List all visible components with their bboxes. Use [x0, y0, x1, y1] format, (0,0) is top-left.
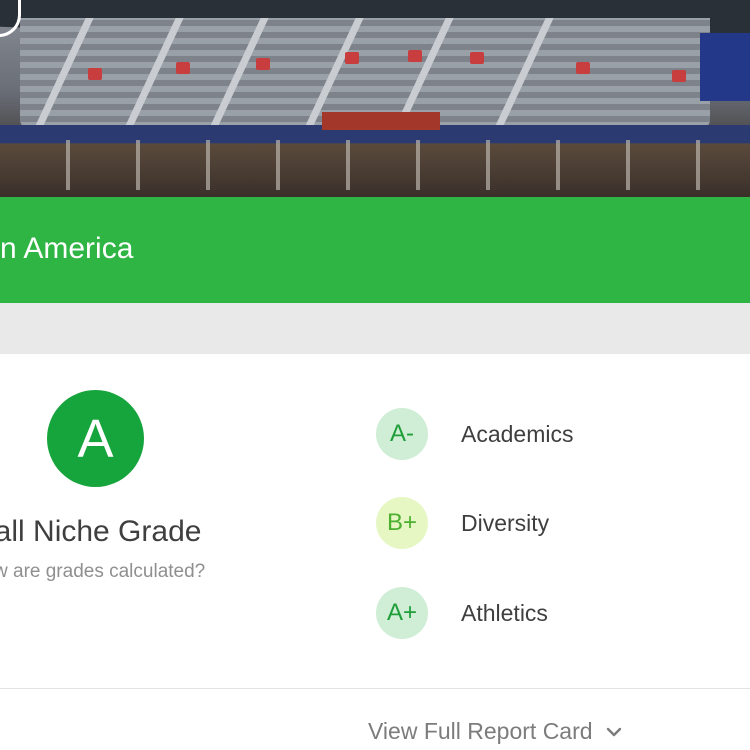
view-full-report-card-button[interactable]: View Full Report Card [368, 718, 623, 745]
overall-grade-value: A [77, 408, 114, 469]
grade-label: Diversity [461, 509, 550, 536]
section-separator [0, 303, 750, 354]
hero-stadium-image [0, 0, 750, 197]
school-banner: n America [0, 197, 750, 303]
grades-calculated-link[interactable]: w are grades calculated? [0, 559, 205, 585]
divider [0, 688, 750, 689]
report-card-label: View Full Report Card [368, 718, 593, 744]
grade-badge: A- [376, 408, 428, 460]
overall-grade-label: erall Niche Grade [0, 515, 202, 548]
grade-label: Athletics [461, 599, 548, 626]
grade-badge: A+ [376, 587, 428, 639]
grade-row-academics[interactable]: A- Academics [376, 408, 573, 460]
school-name: n America [0, 232, 134, 265]
grade-badge: B+ [376, 497, 428, 549]
grade-label: Academics [461, 420, 574, 447]
niche-logo-icon [0, 0, 21, 37]
grade-row-diversity[interactable]: B+ Diversity [376, 497, 549, 549]
chevron-down-icon [606, 727, 621, 736]
overall-grade-badge: A [47, 390, 144, 487]
grade-row-athletics[interactable]: A+ Athletics [376, 587, 548, 639]
